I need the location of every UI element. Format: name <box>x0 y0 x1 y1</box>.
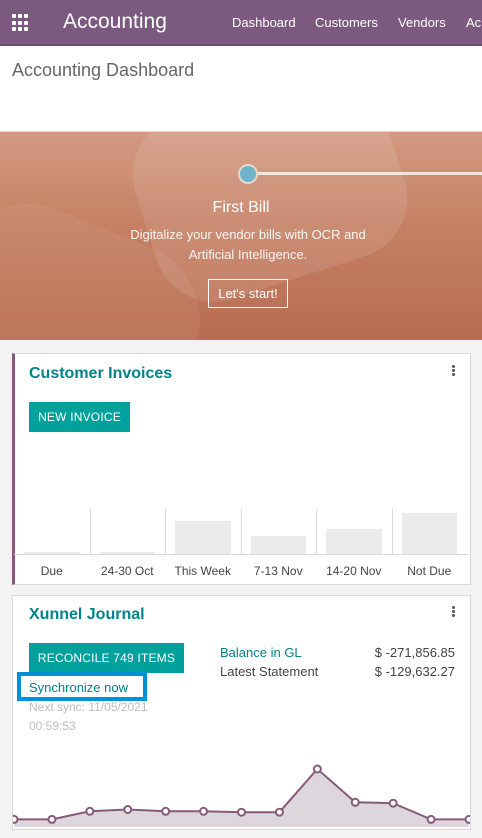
app-title[interactable]: Accounting <box>63 10 167 34</box>
latest-statement-label: Latest Statement <box>220 664 319 679</box>
journal-line-graph <box>13 764 471 827</box>
chart-bar[interactable] <box>250 535 306 554</box>
latest-statement-value: $ -129,632.27 <box>374 664 455 679</box>
chart-column-separator <box>240 509 242 554</box>
graph-point[interactable] <box>123 805 133 814</box>
invoices-more-options-icon[interactable] <box>452 365 456 377</box>
chart-category-label: This Week <box>174 564 231 578</box>
onboarding-progress-line <box>248 172 482 175</box>
chart-category-label: Not Due <box>407 564 452 578</box>
nav-item-customers[interactable]: Customers <box>315 15 378 30</box>
graph-point[interactable] <box>388 798 398 808</box>
chart-category-label: 7-13 Nov <box>253 564 303 578</box>
graph-point[interactable] <box>47 814 57 824</box>
chart-column-separator <box>165 509 166 554</box>
balance-in-gl-link[interactable]: Balance in GL <box>220 645 302 660</box>
chart-column-separator <box>89 509 91 554</box>
lets-start-button[interactable]: Let's start! <box>208 279 288 308</box>
next-sync-text: Next sync: 11/05/2021 00:59:53 <box>29 700 148 733</box>
onboarding-step-dot[interactable] <box>238 164 258 184</box>
graph-point[interactable] <box>350 797 360 807</box>
apps-menu-icon[interactable] <box>12 14 30 32</box>
chart-bar[interactable] <box>175 521 231 554</box>
new-invoice-button[interactable]: NEW INVOICE <box>29 402 130 432</box>
chart-category-label: Due <box>40 564 63 578</box>
balance-in-gl-value: $ -271,856.85 <box>374 645 455 660</box>
onboarding-step-description: Digitalize your vendor bills with OCR an… <box>130 227 366 262</box>
control-panel: Accounting Dashboard <box>0 46 482 132</box>
graph-area <box>14 769 469 827</box>
graph-point[interactable] <box>199 806 209 816</box>
chart-category-label: 14-20 Nov <box>326 564 382 578</box>
nav-item-dashboard[interactable]: Dashboard <box>232 15 296 30</box>
journal-title[interactable]: Xunnel Journal <box>29 606 145 624</box>
onboarding-step-title: First Bill <box>212 199 270 216</box>
graph-point[interactable] <box>312 764 322 774</box>
graph-point[interactable] <box>274 807 284 817</box>
reconcile-items-button[interactable]: RECONCILE 749 ITEMS <box>29 643 184 673</box>
chart-column-separator <box>316 509 317 554</box>
graph-point[interactable] <box>161 806 171 816</box>
page-title: Accounting Dashboard <box>12 60 195 80</box>
journal-more-options-icon[interactable] <box>452 606 456 618</box>
graph-point[interactable] <box>13 814 19 824</box>
chart-category-label: 24-30 Oct <box>100 564 154 578</box>
chart-column-separator <box>391 509 393 554</box>
graph-point[interactable] <box>426 814 436 824</box>
chart-bar[interactable] <box>401 513 457 554</box>
customer-invoices-title[interactable]: Customer Invoices <box>29 365 172 383</box>
synchronize-now-link[interactable]: Synchronize now <box>29 680 128 695</box>
graph-point[interactable] <box>237 807 246 817</box>
top-navbar: Accounting Dashboard Customers Vendors A… <box>0 0 482 46</box>
graph-point[interactable] <box>85 806 95 816</box>
graph-point[interactable] <box>464 814 471 824</box>
chart-baseline <box>14 554 469 555</box>
chart-bar[interactable] <box>326 529 382 554</box>
nav-item-vendors[interactable]: Vendors <box>398 15 446 30</box>
nav-item-accounting[interactable]: Ac <box>466 15 481 30</box>
invoices-bar-chart: Due 24-30 Oct This Week 7-13 Nov 14-20 Nov No… <box>14 509 469 581</box>
